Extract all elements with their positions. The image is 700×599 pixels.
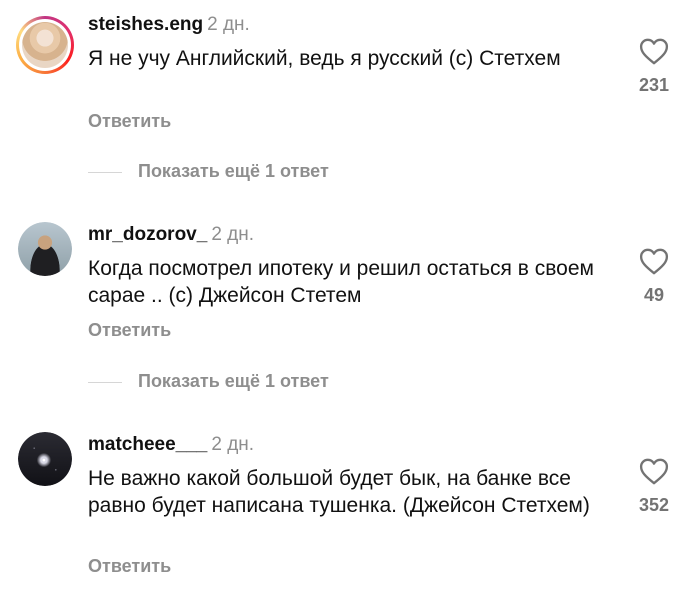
show-more-label: Показать ещё 1 ответ xyxy=(138,371,329,391)
avatar-photo xyxy=(18,432,72,486)
comment-header: mr_dozorov_ 2 дн. xyxy=(88,224,254,246)
divider-line xyxy=(88,172,122,173)
avatar[interactable] xyxy=(18,432,72,486)
heart-outline-icon[interactable] xyxy=(639,38,669,65)
comment-time: 2 дн. xyxy=(211,434,255,455)
heart-outline-icon[interactable] xyxy=(639,248,669,275)
like-control: 49 xyxy=(637,248,671,306)
comment-header: steishes.eng 2 дн. xyxy=(88,14,250,36)
reply-button[interactable]: Ответить xyxy=(88,111,171,132)
username[interactable]: mr_dozorov_ xyxy=(88,224,207,245)
show-more-label: Показать ещё 1 ответ xyxy=(138,161,329,181)
reply-button[interactable]: Ответить xyxy=(88,556,171,577)
like-count: 352 xyxy=(638,495,670,515)
comment-text: Не важно какой большой будет бык, на бан… xyxy=(88,467,590,517)
avatar[interactable] xyxy=(16,16,74,74)
divider-line xyxy=(88,382,122,383)
comment-header: matcheee___ 2 дн. xyxy=(88,434,254,456)
comment-text: Когда посмотрел ипотеку и решил остаться… xyxy=(88,257,594,307)
heart-outline-icon[interactable] xyxy=(639,458,669,485)
avatar-photo xyxy=(18,222,72,276)
like-count: 231 xyxy=(638,75,670,95)
comment-time: 2 дн. xyxy=(207,14,250,35)
avatar-photo xyxy=(22,22,68,68)
username[interactable]: steishes.eng xyxy=(88,14,203,35)
like-control: 352 xyxy=(637,458,671,516)
username[interactable]: matcheee___ xyxy=(88,434,207,455)
like-count: 49 xyxy=(643,285,665,305)
reply-button[interactable]: Ответить xyxy=(88,320,171,341)
comment-text: Я не учу Английский, ведь я русский (с) … xyxy=(88,47,561,70)
avatar[interactable] xyxy=(18,222,72,276)
comment-time: 2 дн. xyxy=(211,224,255,245)
like-control: 231 xyxy=(637,38,671,96)
